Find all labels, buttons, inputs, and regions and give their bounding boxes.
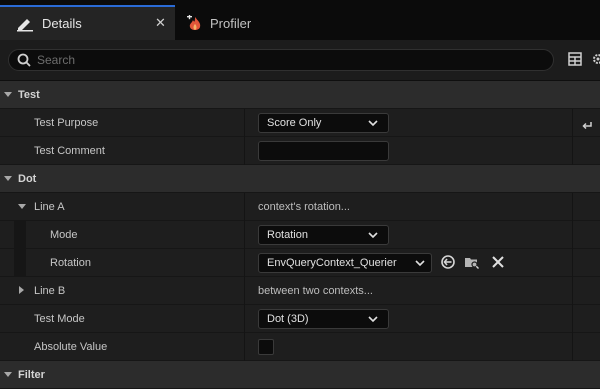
clear-icon[interactable] [490,254,506,270]
category-label: Filter [18,368,45,381]
dropdown-value: Dot (3D) [267,313,309,325]
category-dot[interactable]: Dot [0,165,600,193]
property-label: Line A [34,200,65,213]
test-purpose-dropdown[interactable]: Score Only [258,113,389,133]
tab-bar: Details ✕ Profiler [0,0,600,40]
search-placeholder: Search [37,53,76,67]
property-row-absolute-value: Absolute Value [0,333,600,361]
tab-profiler[interactable]: Profiler [176,7,296,40]
column-divider [572,221,573,249]
property-label: Rotation [50,256,91,269]
search-input[interactable]: Search [8,49,554,71]
chevron-down-icon[interactable] [4,176,12,181]
rotation-context-dropdown[interactable]: EnvQueryContext_Querier [258,253,432,273]
property-row-test-comment: Test Comment [0,137,600,165]
chevron-down-icon [368,314,378,324]
column-divider [572,333,573,361]
property-row-line-b: Line B between two contexts... [0,277,600,305]
dropdown-value: EnvQueryContext_Querier [267,257,397,269]
property-label: Test Comment [34,144,105,157]
property-row-mode: Mode Rotation [0,221,600,249]
category-test[interactable]: Test [0,81,600,109]
property-label: Test Mode [34,312,85,325]
gear-icon[interactable] [591,52,600,66]
property-label: Line B [34,284,66,297]
column-splitter[interactable] [244,333,245,361]
search-row: Search [0,40,600,80]
test-comment-input[interactable] [258,141,389,161]
reset-to-default-icon[interactable] [581,117,593,129]
close-icon[interactable]: ✕ [155,15,166,31]
indent-guide [14,249,26,277]
column-splitter[interactable] [244,109,245,137]
column-divider [572,305,573,333]
search-icon [17,53,31,67]
dropdown-value: Rotation [267,229,308,241]
chevron-right-icon[interactable] [19,286,24,294]
indent-guide [14,221,26,249]
column-divider [572,277,573,305]
property-label: Mode [50,228,78,241]
chevron-down-icon[interactable] [18,204,26,209]
use-selected-icon[interactable] [440,254,456,270]
column-divider [572,109,573,137]
tab-details[interactable]: Details ✕ [0,7,175,40]
property-row-rotation: Rotation EnvQueryContext_Querier [0,249,600,277]
absolute-value-checkbox[interactable] [258,339,274,355]
chevron-down-icon [415,258,425,268]
category-filter[interactable]: Filter [0,361,600,389]
property-row-test-purpose: Test Purpose Score Only [0,109,600,137]
category-label: Test [18,88,40,101]
tab-profiler-label: Profiler [210,16,252,31]
flame-icon [184,14,206,33]
property-row-line-a: Line A context's rotation... [0,193,600,221]
property-value: context's rotation... [258,200,350,213]
column-splitter[interactable] [244,193,245,221]
browse-folder-icon[interactable] [464,254,480,270]
table-view-icon[interactable] [568,52,582,66]
chevron-down-icon[interactable] [4,92,12,97]
column-divider [572,193,573,221]
property-label: Test Purpose [34,116,99,129]
column-divider [572,249,573,277]
column-splitter[interactable] [244,277,245,305]
tab-details-label: Details [42,16,82,31]
dropdown-value: Score Only [267,117,322,129]
chevron-down-icon[interactable] [4,372,12,377]
column-splitter[interactable] [244,305,245,333]
column-splitter[interactable] [244,137,245,165]
chevron-down-icon [368,230,378,240]
details-panel: Test Test Purpose Score Only Test Commen… [0,81,600,389]
pencil-icon [14,15,36,33]
category-label: Dot [18,172,37,185]
test-mode-dropdown[interactable]: Dot (3D) [258,309,389,329]
property-value: between two contexts... [258,284,373,297]
mode-dropdown[interactable]: Rotation [258,225,389,245]
column-splitter[interactable] [244,249,245,277]
column-divider [572,137,573,165]
property-label: Absolute Value [34,340,108,353]
property-row-test-mode: Test Mode Dot (3D) [0,305,600,333]
chevron-down-icon [368,118,378,128]
column-splitter[interactable] [244,221,245,249]
